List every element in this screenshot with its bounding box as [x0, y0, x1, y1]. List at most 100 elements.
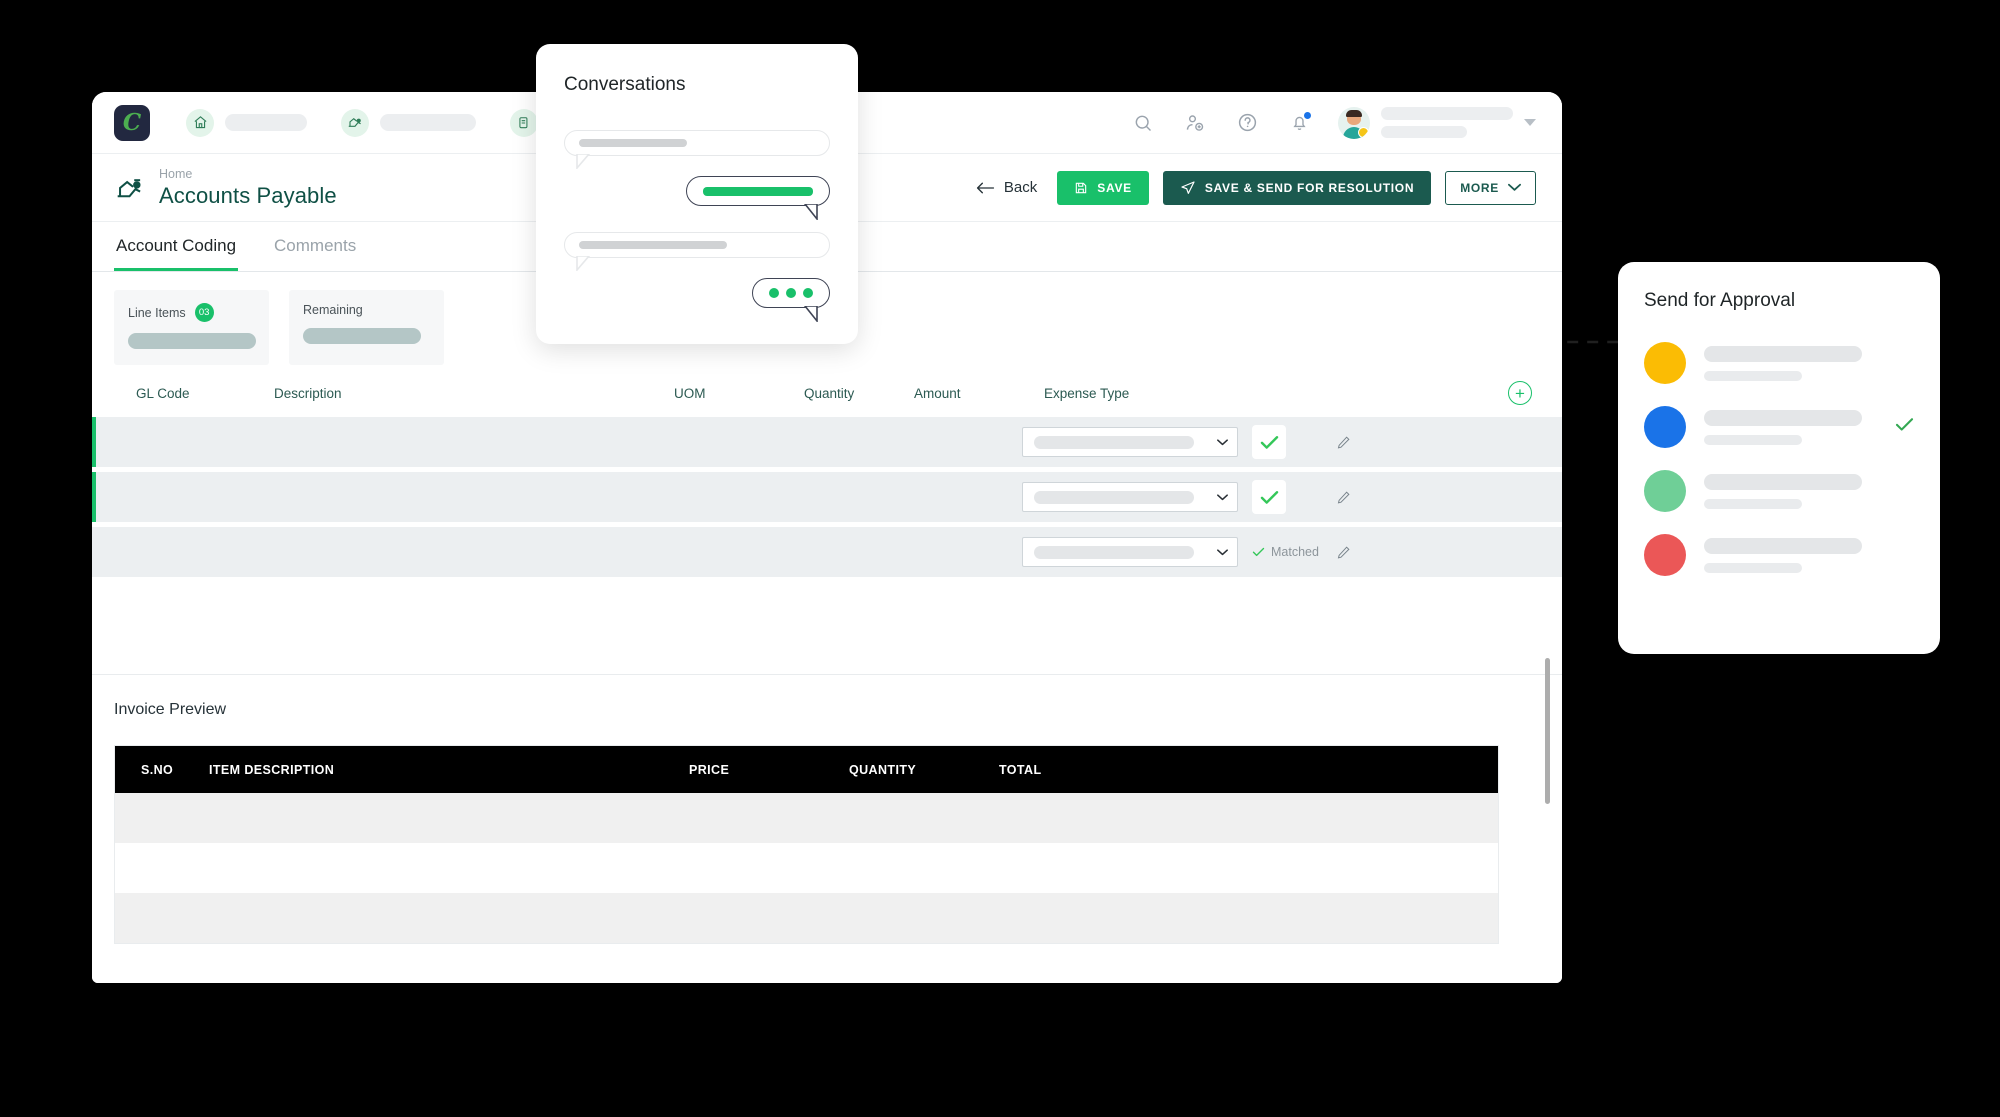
conversations-title: Conversations	[564, 74, 686, 95]
approver-name-placeholder	[1704, 345, 1862, 381]
user-name-placeholder	[1381, 107, 1513, 138]
more-button[interactable]: MORE	[1445, 170, 1536, 205]
typing-indicator-icon	[769, 288, 813, 298]
table-row[interactable]: Matched	[92, 527, 1562, 577]
breadcrumb[interactable]: Home	[159, 167, 337, 181]
approver-avatar	[1644, 534, 1686, 576]
save-button-label: SAVE	[1097, 180, 1132, 195]
chevron-down-icon	[1508, 183, 1521, 191]
column-header-item-description: ITEM DESCRIPTION	[209, 762, 335, 777]
matched-label: Matched	[1271, 545, 1319, 559]
page-title: Accounts Payable	[159, 182, 337, 208]
column-header-price: PRICE	[689, 762, 730, 777]
approver-name-placeholder	[1704, 537, 1862, 573]
approve-row-button[interactable]	[1252, 425, 1286, 459]
search-icon[interactable]	[1130, 110, 1156, 136]
invoice-table-header: S.NO ITEM DESCRIPTION PRICE QUANTITY TOT…	[115, 746, 1498, 793]
invoice-icon	[341, 108, 369, 137]
approver-list-item[interactable]	[1644, 470, 1914, 512]
approver-name-placeholder	[1704, 473, 1862, 509]
approve-row-button[interactable]	[1252, 480, 1286, 514]
add-user-icon[interactable]	[1182, 110, 1208, 136]
approver-list-item[interactable]	[1644, 534, 1914, 576]
tab-comments[interactable]: Comments	[272, 222, 358, 271]
summary-label: Line Items	[128, 305, 186, 320]
cell-expense-type	[1022, 427, 1252, 457]
notifications-bell-icon[interactable]	[1286, 110, 1312, 136]
avatar	[1338, 106, 1370, 139]
table-row[interactable]	[92, 417, 1562, 467]
notification-dot	[1304, 111, 1311, 119]
edit-row-button[interactable]	[1314, 435, 1372, 450]
arrow-left-icon	[976, 182, 994, 193]
chevron-down-icon	[1217, 493, 1228, 500]
summary-value-placeholder	[303, 328, 421, 344]
resolution-button-label: SAVE & SEND FOR RESOLUTION	[1204, 180, 1415, 195]
summary-value-placeholder	[128, 333, 256, 349]
chat-bubble-typing	[564, 278, 830, 322]
table-header-row: GL Code Description UOM Quantity Amount …	[92, 381, 1562, 417]
save-and-send-for-resolution-button[interactable]: SAVE & SEND FOR RESOLUTION	[1162, 170, 1432, 205]
nav-label-placeholder	[380, 114, 476, 131]
documents-icon	[510, 108, 538, 137]
row-status-accent	[92, 472, 96, 522]
send-paper-plane-icon	[1181, 180, 1195, 194]
approver-name-placeholder	[1704, 409, 1862, 445]
pencil-icon	[1337, 545, 1350, 558]
cell-expense-type	[1022, 537, 1252, 567]
back-button-label: Back	[1003, 179, 1038, 196]
bubble-tail-icon	[803, 306, 818, 322]
column-header-expense-type: Expense Type	[1044, 385, 1130, 401]
save-disk-icon	[1076, 182, 1087, 193]
cell-status	[1252, 480, 1314, 514]
page-header-text: Home Accounts Payable	[159, 167, 337, 209]
back-button[interactable]: Back	[970, 175, 1043, 200]
row-status-accent	[92, 417, 96, 467]
table-row[interactable]	[92, 472, 1562, 522]
home-icon	[186, 108, 214, 137]
column-header-total: TOTAL	[999, 762, 1042, 777]
column-header-uom: UOM	[674, 385, 706, 401]
approver-selected-check-icon	[1895, 417, 1914, 437]
save-button[interactable]: SAVE	[1057, 170, 1149, 205]
nav-item-home[interactable]	[186, 108, 307, 137]
invoice-table-row	[115, 793, 1498, 843]
invoice-preview-title: Invoice Preview	[114, 701, 227, 718]
nav-label-placeholder	[225, 114, 307, 131]
chat-bubble-outgoing	[564, 176, 830, 220]
bubble-tail-icon	[576, 154, 590, 169]
bubble-tail-icon	[803, 204, 818, 220]
check-icon	[1252, 547, 1265, 557]
expense-type-select[interactable]	[1022, 427, 1238, 457]
add-line-item-button[interactable]: +	[1508, 381, 1532, 405]
approver-avatar	[1644, 470, 1686, 512]
scrollbar-thumb[interactable]	[1545, 658, 1550, 804]
edit-row-button[interactable]	[1314, 490, 1372, 505]
chevron-down-icon	[1217, 548, 1228, 555]
approver-avatar	[1644, 342, 1686, 384]
help-icon[interactable]	[1234, 110, 1260, 136]
chat-bubble-incoming	[564, 130, 830, 169]
expense-type-select[interactable]	[1022, 482, 1238, 512]
edit-row-button[interactable]	[1314, 545, 1372, 560]
approver-list-item[interactable]	[1644, 342, 1914, 384]
chat-bubble-incoming	[564, 232, 830, 271]
tab-account-coding[interactable]: Account Coding	[114, 222, 239, 271]
column-header-quantity: QUANTITY	[849, 762, 917, 777]
send-for-approval-title: Send for Approval	[1644, 290, 1796, 311]
column-header-description: Description	[274, 385, 342, 401]
summary-card-remaining: Remaining	[289, 290, 444, 365]
summary-card-line-items: Line Items 03	[114, 290, 269, 365]
user-menu[interactable]	[1338, 106, 1536, 139]
nav-item-invoices[interactable]	[341, 108, 476, 137]
vertical-scrollbar[interactable]	[1544, 658, 1551, 983]
bubble-tail-icon	[576, 256, 590, 271]
approver-avatar	[1644, 406, 1686, 448]
account-coding-table: GL Code Description UOM Quantity Amount …	[92, 375, 1562, 577]
expense-type-select[interactable]	[1022, 537, 1238, 567]
approver-list-item[interactable]	[1644, 406, 1914, 448]
chevron-down-icon[interactable]	[1524, 119, 1536, 126]
check-icon	[1260, 490, 1278, 504]
app-logo[interactable]: C	[114, 104, 150, 141]
column-header-amount: Amount	[914, 385, 961, 401]
